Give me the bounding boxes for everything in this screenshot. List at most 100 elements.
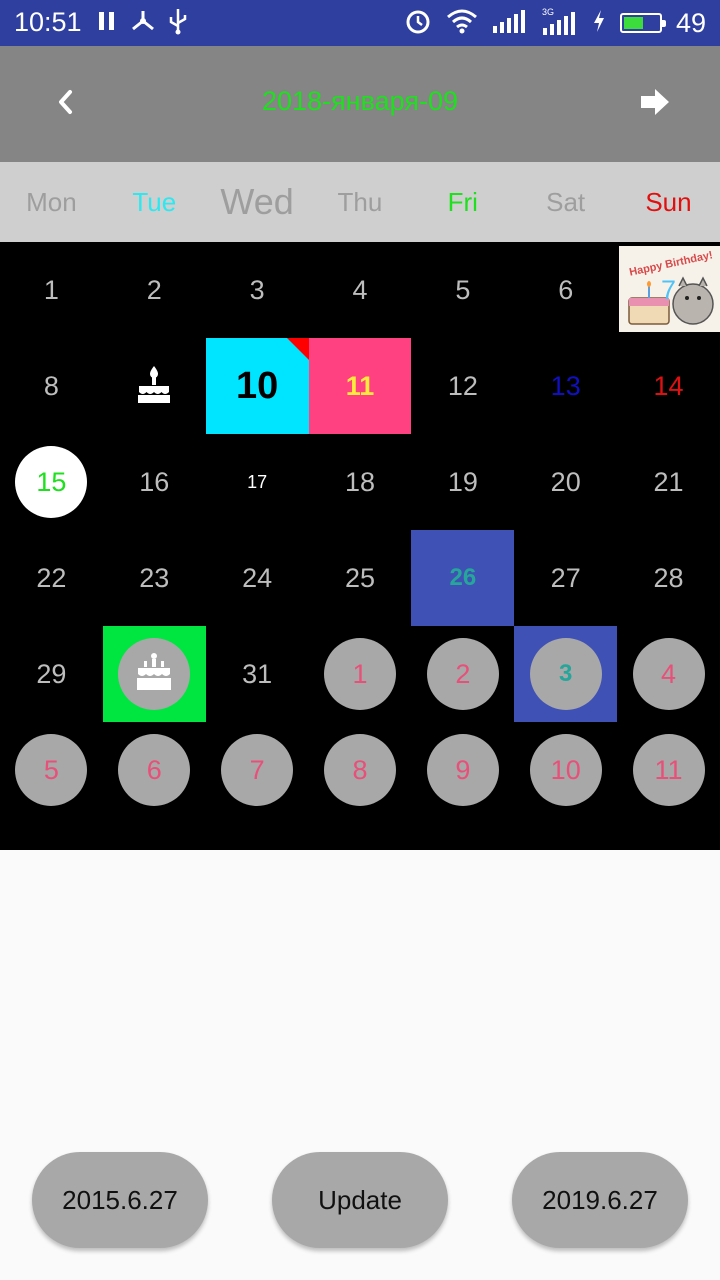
- svg-text:3G: 3G: [542, 7, 554, 17]
- day-number: 3: [559, 660, 573, 687]
- next-month-day-6[interactable]: 6: [103, 722, 206, 818]
- jump-to-start-date-button[interactable]: 2015.6.27: [32, 1152, 208, 1248]
- cake-icon: [135, 652, 173, 697]
- weekday-label: Sun: [645, 186, 692, 217]
- next-month-day-7[interactable]: 7: [206, 722, 309, 818]
- previous-month-button[interactable]: [40, 76, 90, 132]
- day-cell-9[interactable]: [103, 338, 206, 434]
- day-cell-2[interactable]: 2: [103, 242, 206, 338]
- status-bar: 10:51 3G 49: [0, 0, 720, 46]
- weekday-label: Tue: [132, 186, 177, 217]
- next-month-day-5[interactable]: 5: [0, 722, 103, 818]
- day-cell-8[interactable]: 8: [0, 338, 103, 434]
- usb-icon: [168, 7, 188, 40]
- day-number: 14: [653, 370, 684, 401]
- day-number: 11: [345, 370, 375, 401]
- day-number: 29: [36, 658, 67, 689]
- status-time: 10:51: [14, 7, 82, 37]
- day-number: 6: [558, 274, 574, 305]
- day-number: 16: [139, 466, 170, 497]
- weekday-row: Mon Tue Wed Thu Fri Sat Sun: [0, 162, 720, 242]
- day-number: 4: [661, 658, 677, 689]
- day-cell-6[interactable]: 6: [514, 242, 617, 338]
- day-number: 20: [550, 466, 581, 497]
- jump-to-end-date-button[interactable]: 2019.6.27: [512, 1152, 688, 1248]
- day-cell-10-selected[interactable]: 10: [205, 338, 309, 434]
- day-number: 19: [447, 466, 478, 497]
- chevron-left-icon: [55, 88, 75, 121]
- next-month-day-9[interactable]: 9: [411, 722, 514, 818]
- day-cell-5[interactable]: 5: [411, 242, 514, 338]
- day-number: 6: [146, 754, 162, 785]
- update-button[interactable]: Update: [272, 1152, 448, 1248]
- day-number: 8: [352, 754, 368, 785]
- day-cell-22[interactable]: 22: [0, 530, 103, 626]
- weekday-thu: Thu: [309, 162, 412, 242]
- wifi-icon: [446, 8, 478, 39]
- next-month-day-1[interactable]: 1: [309, 626, 412, 722]
- battery-icon: [619, 13, 666, 33]
- weekday-tue: Tue: [103, 162, 206, 242]
- day-cell-30[interactable]: [102, 626, 206, 722]
- day-number: 2: [146, 274, 162, 305]
- day-number: 22: [36, 562, 67, 593]
- day-number: 7: [661, 274, 677, 305]
- day-cell-20[interactable]: 20: [514, 434, 617, 530]
- day-cell-4[interactable]: 4: [309, 242, 412, 338]
- day-cell-7[interactable]: Happy Birthday! 7: [617, 242, 720, 338]
- charging-icon: [592, 9, 606, 38]
- day-cell-1[interactable]: 1: [0, 242, 103, 338]
- day-number: 8: [43, 370, 59, 401]
- weekday-label: Mon: [26, 186, 77, 217]
- day-cell-28[interactable]: 28: [617, 530, 720, 626]
- tether-icon: [130, 8, 156, 39]
- day-number: 5: [455, 274, 471, 305]
- day-cell-13[interactable]: 13: [514, 338, 617, 434]
- day-cell-3[interactable]: 3: [206, 242, 309, 338]
- day-cell-29[interactable]: 29: [0, 626, 103, 722]
- 3g-signal-icon: 3G: [542, 6, 578, 41]
- next-month-day-3[interactable]: 3: [514, 626, 618, 722]
- next-month-day-11[interactable]: 11: [617, 722, 720, 818]
- calendar-grid: 1 2 3 4 5 6 Happy Birthday! 7 8 10 11 12…: [0, 242, 720, 850]
- day-cell-21[interactable]: 21: [617, 434, 720, 530]
- day-cell-31[interactable]: 31: [206, 626, 309, 722]
- day-number: 31: [242, 658, 273, 689]
- day-cell-19[interactable]: 19: [411, 434, 514, 530]
- day-cell-17[interactable]: 17: [206, 434, 309, 530]
- next-month-day-10[interactable]: 10: [514, 722, 617, 818]
- next-month-day-8[interactable]: 8: [309, 722, 412, 818]
- day-number: 7: [249, 754, 265, 785]
- weekday-mon: Mon: [0, 162, 103, 242]
- day-number: 25: [344, 562, 375, 593]
- day-number: 15: [36, 466, 67, 497]
- day-cell-18[interactable]: 18: [309, 434, 412, 530]
- day-cell-11-today[interactable]: 11: [308, 338, 412, 434]
- day-number: 23: [139, 562, 170, 593]
- day-cell-24[interactable]: 24: [206, 530, 309, 626]
- weekday-label: Fri: [447, 186, 478, 217]
- next-month-day-2[interactable]: 2: [411, 626, 514, 722]
- day-number: 3: [249, 274, 265, 305]
- battery-level: 49: [675, 7, 706, 38]
- day-cell-15[interactable]: 15: [0, 434, 103, 530]
- day-cell-12[interactable]: 12: [411, 338, 514, 434]
- day-number: 12: [447, 370, 478, 401]
- next-month-day-4[interactable]: 4: [617, 626, 720, 722]
- day-number: 10: [235, 364, 279, 407]
- signal-icon: [492, 8, 528, 39]
- day-number: 10: [550, 754, 581, 785]
- next-month-button[interactable]: [630, 76, 680, 132]
- day-cell-25[interactable]: 25: [309, 530, 412, 626]
- day-cell-16[interactable]: 16: [103, 434, 206, 530]
- weekday-label: Sat: [546, 186, 586, 217]
- day-cell-26[interactable]: 26: [411, 530, 515, 626]
- day-cell-14[interactable]: 14: [617, 338, 720, 434]
- calendar-header: 2018-января-09: [0, 46, 720, 162]
- day-number: 4: [352, 274, 368, 305]
- day-cell-27[interactable]: 27: [514, 530, 617, 626]
- day-cell-23[interactable]: 23: [103, 530, 206, 626]
- day-number: 21: [653, 466, 684, 497]
- day-number: 1: [352, 658, 368, 689]
- day-number: 27: [550, 562, 581, 593]
